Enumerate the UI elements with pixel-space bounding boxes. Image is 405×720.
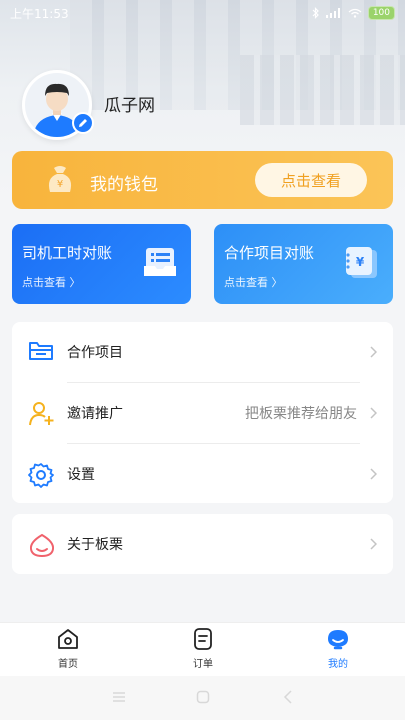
edit-avatar-button[interactable]	[72, 112, 94, 134]
svg-text:¥: ¥	[57, 179, 63, 190]
add-user-icon	[28, 401, 56, 431]
project-statement-title: 合作项目对账	[224, 244, 315, 262]
menu-item-invite[interactable]: 邀请推广 把板栗推荐给朋友	[12, 383, 393, 443]
home-icon	[56, 627, 80, 655]
menu-item-projects[interactable]: 合作项目	[12, 322, 393, 382]
menu-label: 合作项目	[67, 345, 123, 361]
pencil-icon	[79, 119, 87, 127]
chevron-right-icon	[370, 346, 377, 358]
statement-icon	[143, 246, 177, 282]
folder-icon	[28, 340, 54, 366]
bottom-tab-bar: 首页 订单 我的	[0, 622, 405, 676]
battery-indicator: 100	[367, 6, 395, 20]
driver-hours-card[interactable]: 司机工时对账 点击查看 〉	[12, 224, 191, 304]
username: 瓜子网	[104, 96, 155, 116]
svg-text:¥: ¥	[356, 255, 365, 269]
status-bar: 上午11:53 100	[0, 0, 405, 26]
menu-label: 设置	[67, 467, 95, 483]
chevron-right-icon	[370, 407, 377, 419]
signal-icon	[325, 8, 340, 18]
menu-label: 邀请推广	[67, 406, 123, 422]
driver-hours-link: 点击查看 〉	[22, 276, 81, 289]
menu-item-about[interactable]: 关于板栗	[12, 514, 393, 574]
system-navigation-bar	[0, 676, 405, 720]
menu-item-settings[interactable]: 设置	[12, 444, 393, 504]
building-image-2	[240, 55, 405, 125]
wallet-title: 我的钱包	[90, 175, 158, 195]
tab-home[interactable]: 首页	[28, 623, 108, 677]
bluetooth-icon	[312, 7, 319, 19]
driver-hours-title: 司机工时对账	[22, 244, 113, 262]
about-row: 关于板栗	[12, 514, 393, 574]
tab-orders[interactable]: 订单	[163, 623, 243, 677]
status-indicators: 100	[312, 6, 395, 20]
about-label: 关于板栗	[67, 537, 123, 553]
wallet-view-button[interactable]: 点击查看	[255, 163, 367, 197]
menu-list: 合作项目 邀请推广 把板栗推荐给朋友 设置	[12, 322, 393, 503]
yuan-notebook-icon: ¥	[343, 246, 379, 284]
status-time: 上午11:53	[10, 6, 69, 21]
mine-face-icon	[326, 627, 350, 655]
project-statement-link: 点击查看 〉	[224, 276, 283, 289]
order-icon	[191, 627, 215, 655]
project-statement-card[interactable]: 合作项目对账 点击查看 〉 ¥	[214, 224, 393, 304]
tab-mine[interactable]: 我的	[298, 623, 378, 677]
tab-label-active: 我的	[328, 659, 348, 670]
menu-extra: 把板栗推荐给朋友	[245, 406, 357, 422]
chevron-right-icon	[370, 538, 377, 550]
tab-label: 订单	[193, 659, 213, 670]
chevron-right-icon	[370, 468, 377, 480]
back-nav-icon[interactable]	[283, 690, 293, 704]
chestnut-logo-icon	[28, 532, 56, 562]
money-bag-icon: ¥	[42, 164, 78, 200]
home-nav-icon[interactable]	[196, 690, 210, 704]
tab-label: 首页	[58, 659, 78, 670]
gear-icon	[28, 462, 54, 492]
wallet-banner[interactable]: ¥ 我的钱包 点击查看	[12, 151, 393, 209]
wifi-icon	[348, 8, 362, 18]
menu-nav-icon[interactable]	[112, 691, 126, 703]
